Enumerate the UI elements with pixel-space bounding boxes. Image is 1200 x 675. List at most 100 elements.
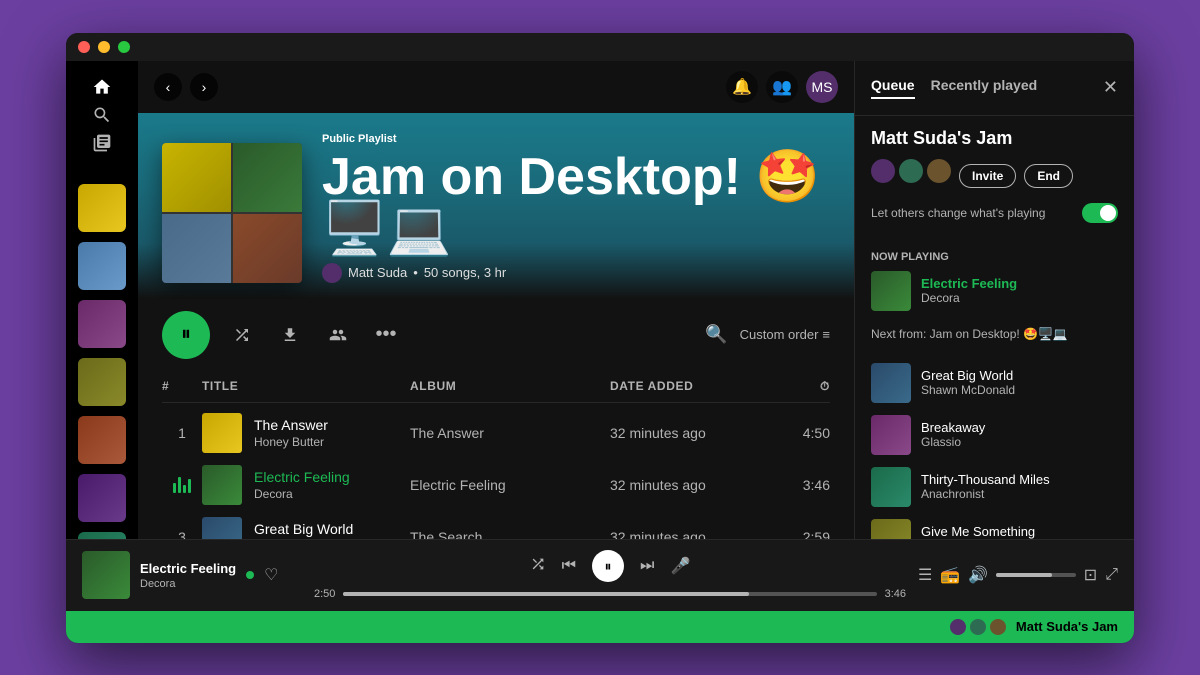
queue-item[interactable]: Thirty-Thousand Miles Anachronist: [871, 461, 1118, 513]
jam-session-bar[interactable]: Matt Suda's Jam: [66, 611, 1134, 643]
jam-settings-toggle[interactable]: [1082, 203, 1118, 223]
track-text: Electric Feeling Decora: [254, 469, 350, 501]
users-button[interactable]: 👥: [766, 71, 798, 103]
jam-settings-label: Let others change what's playing: [871, 206, 1045, 220]
collab-button[interactable]: [322, 319, 354, 351]
time-current: 2:50: [314, 588, 335, 600]
play-pause-button[interactable]: ⏸: [162, 311, 210, 359]
right-panel: Queue Recently played ✕ Matt Suda's Jam …: [854, 61, 1134, 539]
playlist-title: Jam on Desktop! 🤩🖥️💻: [322, 151, 830, 255]
shuffle-btn[interactable]: [530, 556, 546, 577]
track-title: The Answer: [254, 417, 328, 433]
invite-button[interactable]: Invite: [959, 164, 1016, 188]
next-button[interactable]: ⏭: [640, 557, 654, 575]
queue-item-info: Great Big World Shawn McDonald: [921, 368, 1015, 397]
track-thumb: [202, 413, 242, 453]
sidebar-album-5[interactable]: [78, 416, 126, 464]
track-date: 32 minutes ago: [610, 425, 770, 441]
track-date: 32 minutes ago: [610, 529, 770, 539]
forward-button[interactable]: ›: [190, 73, 218, 101]
track-row[interactable]: 3 Great Big World Shawn McDonald The Sea…: [162, 511, 830, 539]
queue-header: Queue Recently played ✕: [855, 61, 1134, 116]
volume-bar[interactable]: [996, 573, 1076, 577]
track-list-header: # Title Album Date added ⏱: [162, 371, 830, 403]
heart-button[interactable]: ♡: [264, 565, 278, 585]
track-row[interactable]: Electric Feeling Decora Electric Feeling…: [162, 459, 830, 511]
queue-item[interactable]: Give Me Something Claude Hay: [871, 513, 1118, 539]
queue-jam-header: Matt Suda's Jam Invite End Let others ch…: [855, 116, 1134, 243]
jam-bar-label: Matt Suda's Jam: [1016, 619, 1118, 634]
jam-avatar-3: [927, 159, 951, 183]
queue-item-title: Breakaway: [921, 420, 985, 435]
sidebar-album-7[interactable]: [78, 532, 126, 539]
track-duration: 3:46: [770, 477, 830, 493]
col-duration: ⏱: [770, 379, 830, 394]
volume-button[interactable]: 🔊: [968, 565, 988, 585]
queue-button[interactable]: ☰: [918, 565, 932, 585]
owner-name: Matt Suda: [348, 265, 407, 280]
sidebar-album-4[interactable]: [78, 358, 126, 406]
tab-recently-played[interactable]: Recently played: [931, 77, 1038, 99]
lyrics-button[interactable]: 🎤: [670, 556, 690, 576]
track-rows: 1 The Answer Honey Butter The Answer 32 …: [162, 407, 830, 539]
queue-item[interactable]: Breakaway Glassio: [871, 409, 1118, 461]
track-list: # Title Album Date added ⏱ 1 The Answer …: [138, 371, 854, 539]
bottom-play-pause-button[interactable]: ⏸: [592, 550, 624, 582]
now-playing-label: Now playing: [871, 251, 1118, 263]
profile-button[interactable]: MS: [806, 71, 838, 103]
playlist-meta: Matt Suda • 50 songs, 3 hr: [322, 263, 830, 283]
close-button[interactable]: [78, 41, 90, 53]
track-info: Electric Feeling Decora: [202, 465, 410, 505]
download-button[interactable]: [274, 319, 306, 351]
queue-item-artist: Shawn McDonald: [921, 383, 1015, 397]
fullscreen-button[interactable]: [118, 41, 130, 53]
track-info: Great Big World Shawn McDonald: [202, 517, 410, 539]
tab-queue[interactable]: Queue: [871, 77, 915, 99]
queue-item-info: Give Me Something Claude Hay: [921, 524, 1035, 539]
shuffle-button[interactable]: [226, 319, 258, 351]
playlist-type: Public Playlist: [322, 133, 830, 145]
end-button[interactable]: End: [1024, 164, 1073, 188]
sidebar-album-2[interactable]: [78, 242, 126, 290]
track-duration: 2:59: [770, 529, 830, 539]
player-center: ⏮ ⏸ ⏭ 🎤 2:50 3:46: [314, 550, 906, 600]
custom-order-button[interactable]: Custom order ≡: [740, 327, 830, 342]
minimize-button[interactable]: [98, 41, 110, 53]
track-thumb: [202, 517, 242, 539]
now-playing-artist: Decora: [921, 291, 1017, 305]
sidebar-item-home[interactable]: [82, 77, 122, 97]
queue-item-title: Thirty-Thousand Miles: [921, 472, 1050, 487]
device-button[interactable]: 📻: [940, 565, 960, 585]
jam-avatars: [871, 159, 951, 183]
track-num-cell: 3: [162, 529, 202, 539]
queue-close-button[interactable]: ✕: [1103, 77, 1118, 98]
sidebar-album-1[interactable]: [78, 184, 126, 232]
track-row[interactable]: 1 The Answer Honey Butter The Answer 32 …: [162, 407, 830, 459]
sidebar-album-6[interactable]: [78, 474, 126, 522]
more-options-button[interactable]: •••: [370, 319, 402, 351]
queue-item[interactable]: Great Big World Shawn McDonald: [871, 357, 1118, 409]
track-date: 32 minutes ago: [610, 477, 770, 493]
miniplayer-button[interactable]: ⊡: [1084, 565, 1097, 585]
col-title: Title: [202, 379, 410, 393]
main-content: ‹ › 🔔 👥 MS: [138, 61, 854, 539]
track-artist: Decora: [254, 487, 350, 501]
track-thumb: [202, 465, 242, 505]
title-bar: [66, 33, 1134, 61]
now-playing-item[interactable]: Electric Feeling Decora: [871, 271, 1118, 311]
player-right: ☰ 📻 🔊 ⊡ ⤢: [918, 565, 1118, 585]
back-button[interactable]: ‹: [154, 73, 182, 101]
sidebar-item-search[interactable]: [82, 105, 122, 125]
track-album: Electric Feeling: [410, 477, 610, 493]
jam-bar-avatars: [948, 617, 1008, 637]
artwork-cell-2: [233, 143, 302, 212]
queue-item-thumb: [871, 363, 911, 403]
sidebar-item-library[interactable]: [82, 133, 122, 153]
sidebar-album-3[interactable]: [78, 300, 126, 348]
progress-bar[interactable]: [343, 592, 876, 596]
notification-button[interactable]: 🔔: [726, 71, 758, 103]
bottom-now-playing: Electric Feeling Decora ♡: [82, 551, 302, 599]
prev-button[interactable]: ⏮: [562, 557, 576, 575]
fullscreen-btn[interactable]: ⤢: [1105, 566, 1118, 584]
track-search-button[interactable]: 🔍: [705, 324, 727, 345]
